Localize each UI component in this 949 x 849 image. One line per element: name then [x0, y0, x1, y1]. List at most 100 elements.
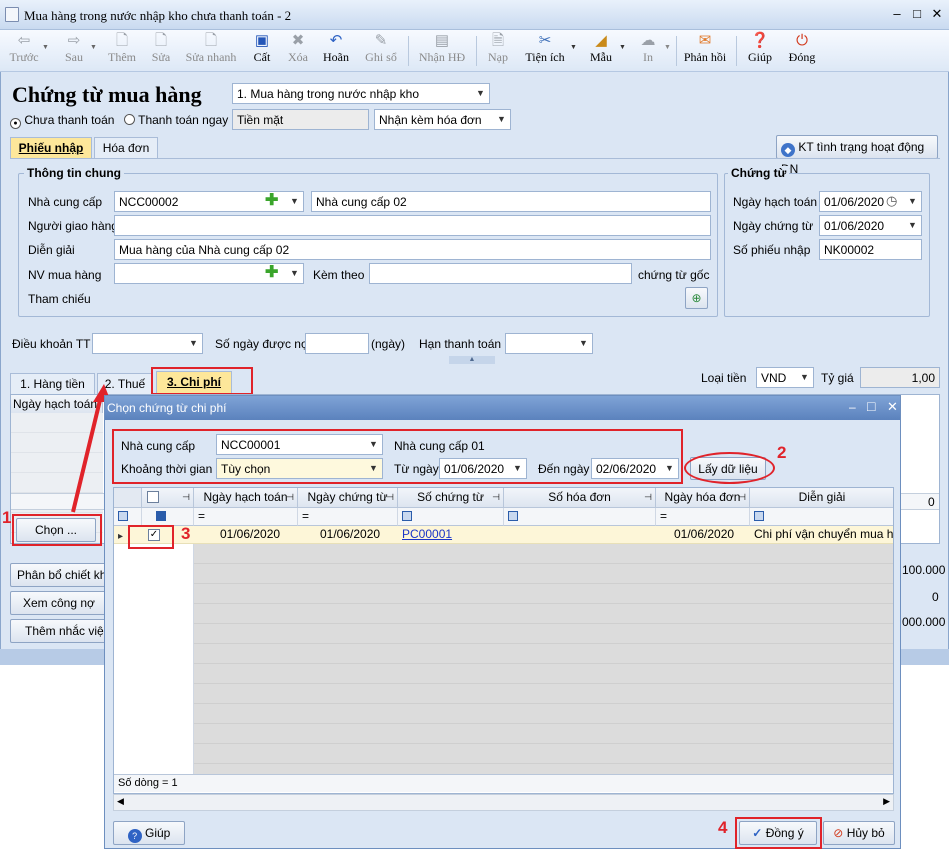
- filter-invoice-number[interactable]: [504, 508, 656, 526]
- filter-posting-date[interactable]: =: [194, 508, 298, 526]
- col-description[interactable]: Diễn giải: [750, 488, 893, 508]
- add-reminder-button[interactable]: Thêm nhắc việc: [10, 619, 106, 643]
- chevron-down-icon[interactable]: ▼: [661, 459, 678, 478]
- template-dropdown-icon[interactable]: ▼: [619, 44, 626, 51]
- to-date-input[interactable]: 02/06/2020 ▼: [591, 458, 679, 479]
- close-icon[interactable]: ✕: [928, 6, 946, 22]
- radio-paid-now[interactable]: Thanh toán ngay: [124, 113, 228, 127]
- col-voucher-number[interactable]: Số chứng từ ⊣: [398, 488, 504, 508]
- period-select[interactable]: Tùy chọn ▼: [216, 458, 383, 479]
- filter-icon[interactable]: [508, 511, 518, 521]
- close-icon[interactable]: ✕: [887, 399, 898, 415]
- minimize-icon[interactable]: –: [849, 400, 856, 414]
- filter-voucher-date[interactable]: =: [298, 508, 398, 526]
- col-invoice-date[interactable]: Ngày hóa đơn ⊣: [656, 488, 750, 508]
- col-posting-date[interactable]: Ngày hạch toán ⊣: [194, 488, 298, 508]
- chevron-down-icon[interactable]: ▼: [904, 192, 921, 211]
- next-button[interactable]: ⇨ Sau: [56, 32, 92, 70]
- pin-icon[interactable]: ⊣: [492, 488, 500, 507]
- chevron-down-icon[interactable]: ▼: [904, 216, 921, 235]
- pin-icon[interactable]: ⊣: [738, 488, 746, 507]
- voucher-number-input[interactable]: NK00002: [819, 239, 922, 260]
- from-date-input[interactable]: 01/06/2020 ▼: [439, 458, 527, 479]
- voucher-type-select[interactable]: 1. Mua hàng trong nước nhập kho ▼: [232, 83, 490, 104]
- receive-invoice-button[interactable]: ▤ Nhận HĐ: [414, 32, 470, 70]
- dialog-help-button[interactable]: ? Giúp: [113, 821, 185, 845]
- help-button[interactable]: ❓ Giúp: [742, 32, 778, 70]
- quick-edit-button[interactable]: 🗋 Sửa nhanh: [182, 32, 240, 70]
- load-button[interactable]: 🗎 Nạp: [482, 32, 514, 70]
- supplier-code-input[interactable]: NCC00002 ✚ ▼: [114, 191, 304, 212]
- select-all-checkbox[interactable]: [147, 491, 159, 503]
- edit-button[interactable]: 🗋 Sửa: [144, 32, 178, 70]
- undo-button[interactable]: ↶ Hoãn: [318, 32, 354, 70]
- next-dropdown-icon[interactable]: ▼: [90, 44, 97, 51]
- pin-icon[interactable]: ⊣: [386, 488, 394, 507]
- voucher-date-input[interactable]: 01/06/2020 ▼: [819, 215, 922, 236]
- utilities-dropdown-icon[interactable]: ▼: [570, 44, 577, 51]
- back-dropdown-icon[interactable]: ▼: [42, 44, 49, 51]
- pin-icon[interactable]: ⊣: [182, 488, 190, 507]
- select-all-header[interactable]: ⊣: [142, 488, 194, 508]
- chevron-down-icon[interactable]: ▼: [365, 459, 382, 478]
- filter-icon[interactable]: [754, 511, 764, 521]
- tab-phieu-nhap[interactable]: Phiếu nhập: [10, 137, 92, 159]
- post-button[interactable]: ✎ Ghi sổ: [360, 32, 402, 70]
- allocate-discount-button[interactable]: Phân bổ chiết khấ: [10, 563, 106, 587]
- maximize-icon[interactable]: □: [908, 6, 926, 22]
- cancel-button[interactable]: ⊘ Hủy bỏ: [823, 821, 895, 845]
- chevron-down-icon[interactable]: ▼: [286, 264, 303, 283]
- attach-input[interactable]: [369, 263, 632, 284]
- filter-icon[interactable]: [118, 511, 128, 521]
- filter-icon[interactable]: [156, 511, 166, 521]
- filter-invoice-date[interactable]: =: [656, 508, 750, 526]
- add-button[interactable]: 🗋 Thêm: [104, 32, 140, 70]
- pin-icon[interactable]: ⊣: [644, 488, 652, 507]
- chevron-down-icon[interactable]: ▼: [472, 84, 489, 103]
- posting-date-input[interactable]: 01/06/2020 ◷ ▼: [819, 191, 922, 212]
- reference-search-icon[interactable]: ⊕: [685, 287, 708, 309]
- print-button[interactable]: ☁ In: [632, 32, 664, 70]
- view-debt-button[interactable]: Xem công nợ: [10, 591, 106, 615]
- back-button[interactable]: ⇦ Trước: [6, 32, 42, 70]
- utilities-button[interactable]: ✂ Tiện ích: [522, 32, 568, 70]
- scroll-left-icon[interactable]: ◀: [117, 796, 124, 807]
- filter-icon[interactable]: [402, 511, 412, 521]
- buyer-input[interactable]: ✚ ▼: [114, 263, 304, 284]
- chevron-down-icon[interactable]: ▼: [493, 110, 510, 129]
- delete-button[interactable]: ✖ Xóa: [282, 32, 314, 70]
- col-voucher-date[interactable]: Ngày chứng từ ⊣: [298, 488, 398, 508]
- filter-voucher-number[interactable]: [398, 508, 504, 526]
- chevron-down-icon[interactable]: ▼: [796, 368, 813, 387]
- table-row[interactable]: ▸ ✓ 01/06/2020 01/06/2020 PC00001 01/06/…: [114, 526, 893, 544]
- filter-description[interactable]: [750, 508, 893, 526]
- template-button[interactable]: ◢ Mẫu: [584, 32, 618, 70]
- kt-status-button[interactable]: ◆ KT tình trạng hoạt động DN: [776, 135, 938, 176]
- pin-icon[interactable]: ⊣: [286, 488, 294, 507]
- add-icon[interactable]: ✚: [265, 264, 278, 282]
- feedback-button[interactable]: ✉ Phản hồi: [680, 32, 730, 70]
- due-date-select[interactable]: ▼: [505, 333, 593, 354]
- save-button[interactable]: ▣ Cất: [246, 32, 278, 70]
- minimize-icon[interactable]: –: [888, 6, 906, 22]
- deliverer-input[interactable]: [114, 215, 711, 236]
- collapse-icon[interactable]: ▲: [449, 356, 495, 364]
- chevron-down-icon[interactable]: ▼: [365, 435, 382, 454]
- supplier-name-input[interactable]: Nhà cung cấp 02: [311, 191, 711, 212]
- currency-select[interactable]: VND ▼: [756, 367, 814, 388]
- maximize-icon[interactable]: □: [867, 398, 875, 414]
- dialog-supplier-select[interactable]: NCC00001 ▼: [216, 434, 383, 455]
- add-icon[interactable]: ✚: [265, 192, 278, 210]
- col-invoice-number[interactable]: Số hóa đơn ⊣: [504, 488, 656, 508]
- chevron-down-icon[interactable]: ▼: [509, 459, 526, 478]
- cell-voucher-number-link[interactable]: PC00001: [402, 526, 452, 543]
- print-dropdown-icon[interactable]: ▼: [664, 44, 671, 51]
- chevron-down-icon[interactable]: ▼: [575, 334, 592, 353]
- invoice-option-select[interactable]: Nhận kèm hóa đơn ▼: [374, 109, 511, 130]
- days-input[interactable]: [305, 333, 369, 354]
- chevron-down-icon[interactable]: ▼: [185, 334, 202, 353]
- radio-unpaid[interactable]: ● Chưa thanh toán: [10, 113, 114, 129]
- horizontal-scrollbar[interactable]: ◀ ▶: [113, 794, 894, 811]
- tab-hoa-don[interactable]: Hóa đơn: [94, 137, 158, 159]
- scroll-right-icon[interactable]: ▶: [883, 796, 890, 807]
